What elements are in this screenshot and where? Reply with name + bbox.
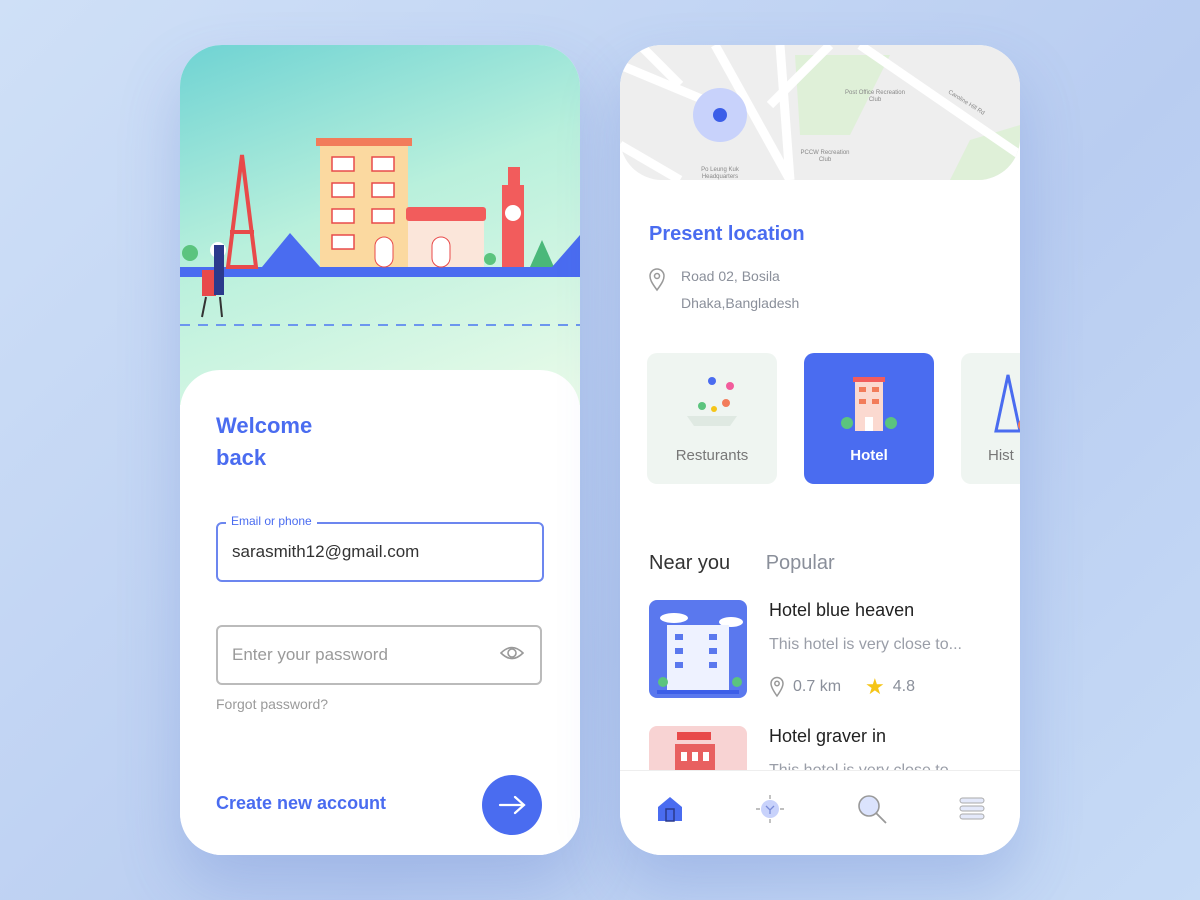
welcome-line: Welcome (216, 413, 313, 438)
category-historic[interactable]: Hist (961, 353, 1020, 484)
search-icon[interactable] (856, 793, 888, 825)
present-location-title: Present location (649, 223, 805, 245)
map-label: Post Office Recreation Club (845, 90, 905, 103)
map-label: Po Leung Kuk Headquarters (701, 167, 739, 180)
menu-icon[interactable] (959, 796, 985, 822)
address-line: Road 02, Bosila (681, 268, 780, 284)
address: Road 02, Bosila Dhaka,Bangladesh (681, 263, 799, 317)
hotel-list-item[interactable]: Hotel blue heaven This hotel is very clo… (649, 600, 999, 700)
email-label: Email or phone (226, 514, 317, 528)
password-field[interactable]: Enter your password (216, 625, 542, 685)
category-label: Hist (988, 447, 1014, 464)
city-illustration (180, 138, 580, 326)
email-value[interactable]: sarasmith12@gmail.com (232, 542, 419, 562)
tab-popular[interactable]: Popular (766, 552, 835, 575)
list-tabs: Near you Popular (649, 552, 865, 575)
food-icon (687, 377, 737, 426)
category-label: Resturants (675, 447, 749, 464)
submit-button[interactable] (482, 775, 542, 835)
location-pin-icon (649, 268, 665, 292)
welcome-heading: Welcome back (216, 410, 312, 474)
hero-illustration (180, 45, 580, 405)
category-restaurants[interactable]: Resturants (647, 353, 777, 484)
welcome-line: back (216, 445, 267, 470)
hotel-meta: 0.7 km ★ 4.8 (769, 674, 915, 700)
address-line: Dhaka,Bangladesh (681, 295, 800, 311)
map[interactable]: Post Office Recreation Club PCCW Recreat… (620, 45, 1020, 180)
category-hotel[interactable]: Hotel (804, 353, 934, 484)
eiffel-icon (994, 374, 1020, 433)
hotel-distance: 0.7 km (793, 678, 842, 695)
create-account-link[interactable]: Create new account (216, 793, 386, 814)
tab-near-you[interactable]: Near you (649, 552, 730, 575)
password-placeholder: Enter your password (232, 645, 388, 664)
hotel-icon (841, 377, 897, 431)
location-pin-icon (770, 676, 784, 698)
hotel-name: Hotel blue heaven (769, 600, 915, 620)
hotel-rating: 4.8 (892, 678, 915, 695)
forgot-password-link[interactable]: Forgot password? (216, 696, 328, 712)
hotel-description: This hotel is very close to... (769, 636, 962, 653)
hotel-name: Hotel graver in (769, 726, 887, 746)
eye-icon[interactable] (499, 645, 525, 666)
star-icon: ★ (865, 674, 885, 699)
category-label: Hotel (850, 447, 888, 464)
map-label: PCCW Recreation Club (800, 150, 850, 163)
arrow-right-icon (498, 795, 526, 815)
email-field[interactable]: Email or phone sarasmith12@gmail.com (216, 514, 544, 582)
explore-screen: Post Office Recreation Club PCCW Recreat… (620, 45, 1020, 855)
bottom-nav (620, 770, 1020, 855)
login-screen: Welcome back Email or phone sarasmith12@… (180, 45, 580, 855)
hotel-thumbnail (649, 600, 747, 698)
home-icon[interactable] (656, 795, 684, 823)
explore-icon[interactable] (755, 794, 785, 824)
